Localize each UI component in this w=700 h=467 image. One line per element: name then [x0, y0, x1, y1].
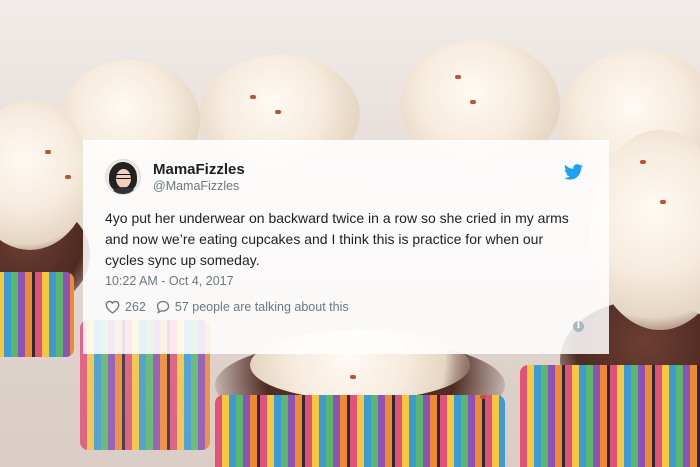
- speech-bubble-icon: [156, 300, 170, 314]
- tweet-timestamp[interactable]: 10:22 AM - Oct 4, 2017: [105, 274, 587, 288]
- cupcake-liner: [215, 395, 505, 467]
- sprinkle: [45, 150, 51, 154]
- sprinkle: [350, 375, 356, 379]
- tweet-actions: 262 57 people are talking about this: [105, 300, 587, 314]
- twitter-bird-icon[interactable]: [564, 164, 583, 180]
- sprinkle: [640, 160, 646, 164]
- avatar[interactable]: [105, 159, 141, 195]
- heart-icon: [105, 300, 120, 314]
- sprinkle: [470, 100, 476, 104]
- info-icon[interactable]: i: [573, 321, 584, 332]
- display-name[interactable]: MamaFizzles: [153, 161, 245, 178]
- sprinkle: [480, 395, 486, 399]
- author-names: MamaFizzles @MamaFizzles: [153, 161, 245, 194]
- sprinkle: [455, 75, 461, 79]
- cupcake-liner: [520, 365, 700, 467]
- like-action[interactable]: 262: [105, 300, 146, 314]
- tweet-header: MamaFizzles @MamaFizzles: [105, 159, 587, 195]
- sprinkle: [250, 95, 256, 99]
- conversation-count: 57 people are talking about this: [174, 300, 349, 314]
- sprinkle: [660, 200, 666, 204]
- like-count: 262: [125, 300, 146, 314]
- embedded-tweet-card: MamaFizzles @MamaFizzles 4yo put her und…: [83, 140, 609, 354]
- cupcake-liner: [0, 272, 74, 357]
- sprinkle: [275, 110, 281, 114]
- handle[interactable]: @MamaFizzles: [153, 178, 245, 194]
- conversation-action[interactable]: 57 people are talking about this: [156, 300, 349, 314]
- tweet-text: 4yo put her underwear on backward twice …: [105, 210, 569, 268]
- sprinkle: [65, 175, 71, 179]
